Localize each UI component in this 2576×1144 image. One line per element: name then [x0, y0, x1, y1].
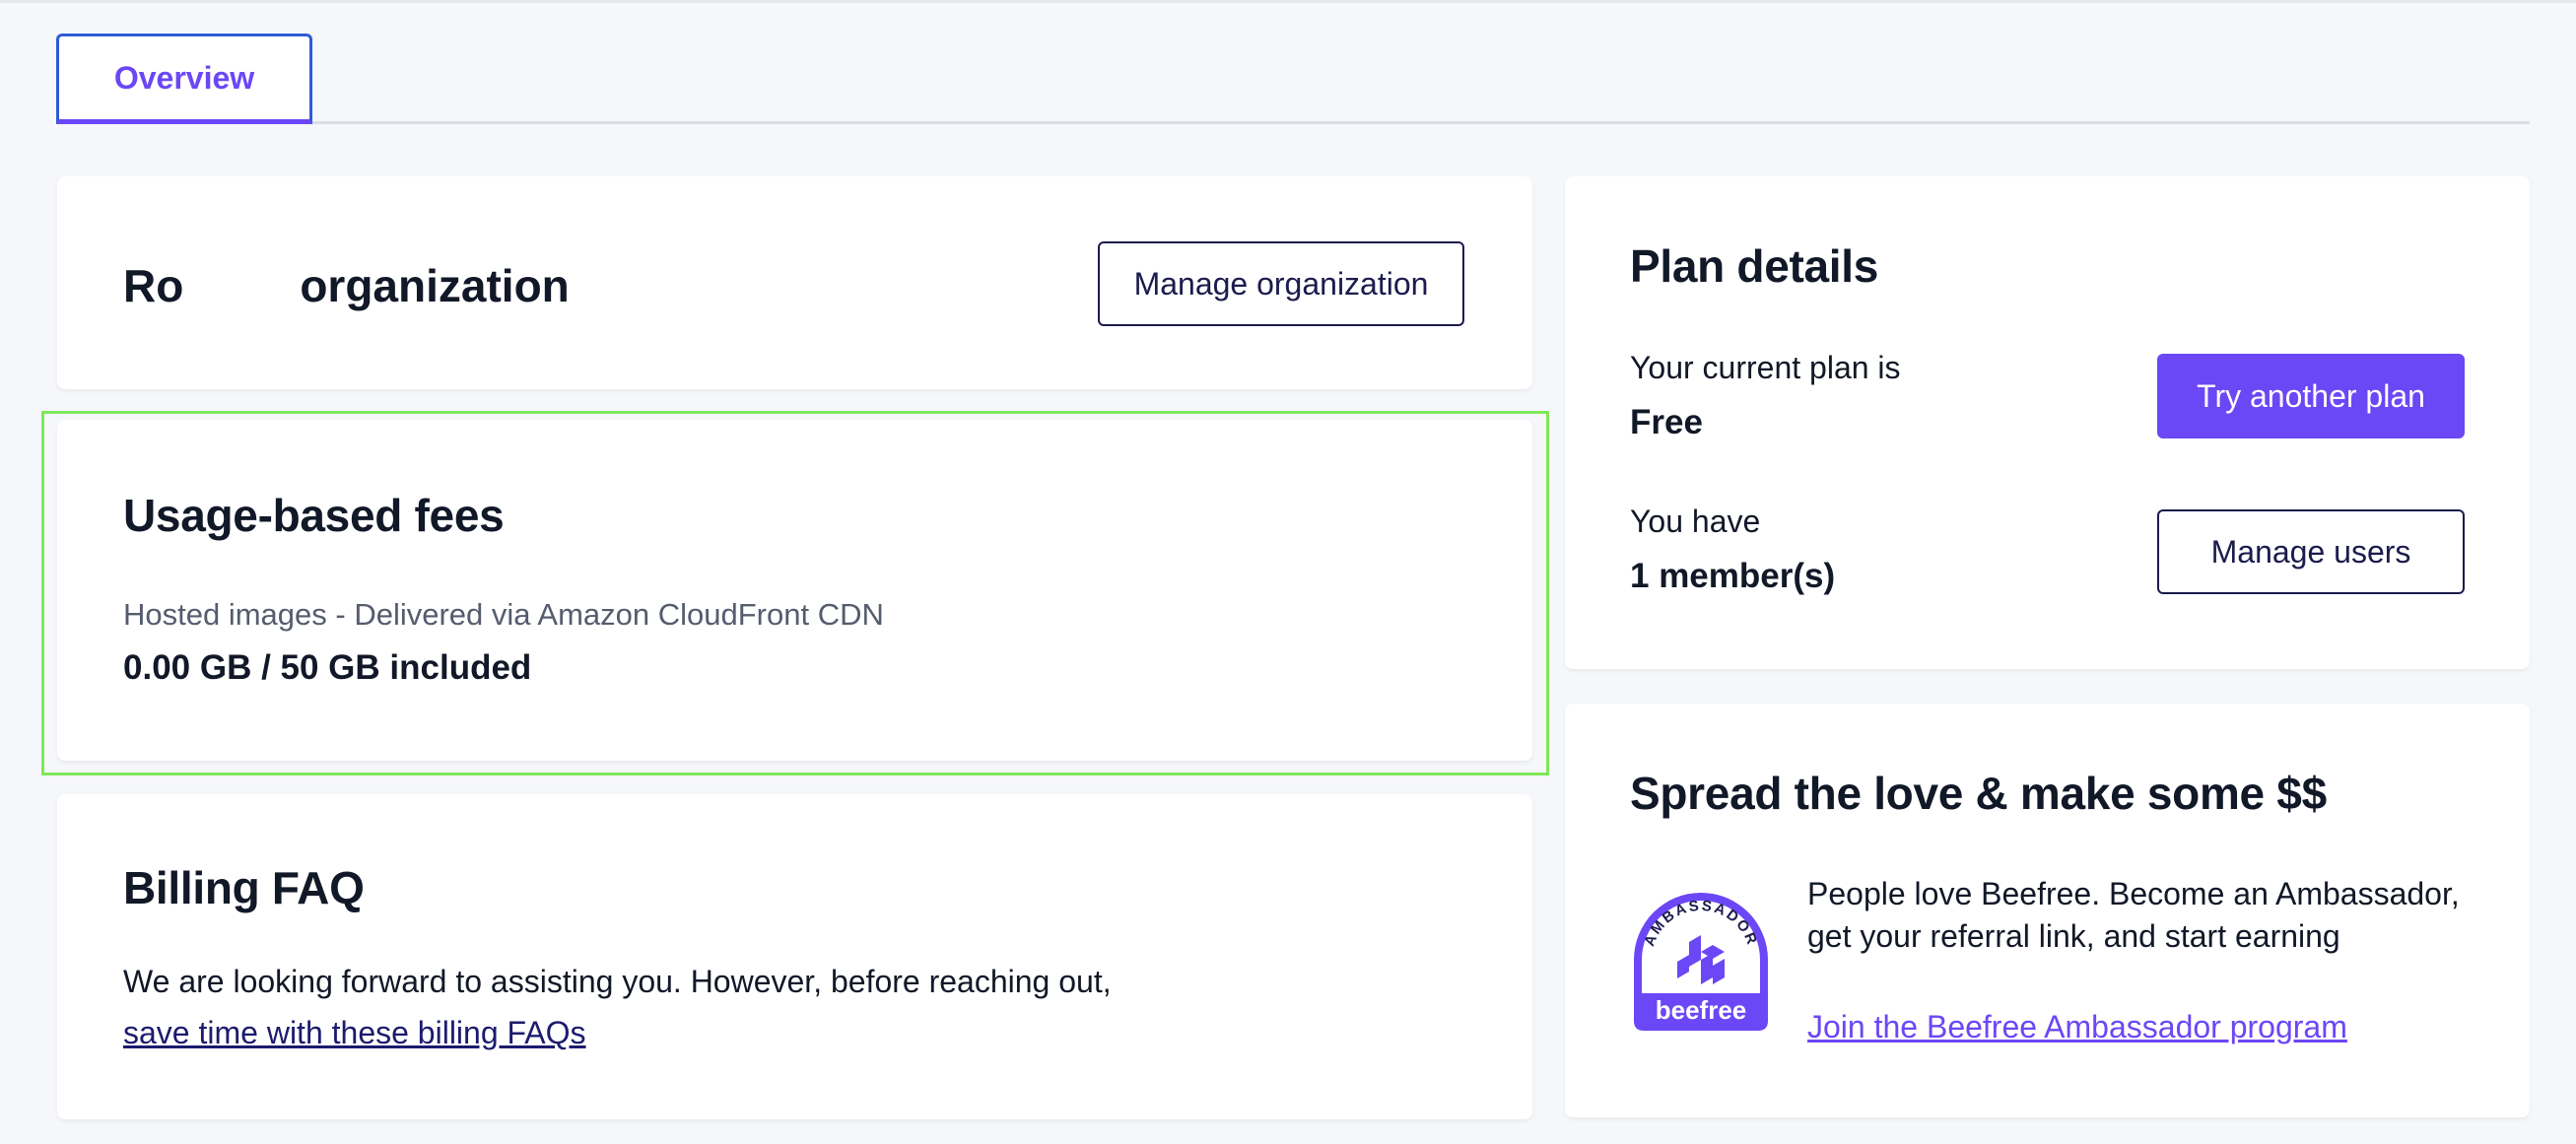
- usage-description: Hosted images - Delivered via Amazon Clo…: [123, 597, 884, 632]
- manage-users-button[interactable]: Manage users: [2157, 509, 2465, 594]
- plan-details-card: Plan details Your current plan is Free T…: [1565, 176, 2530, 669]
- billing-faq-title: Billing FAQ: [123, 862, 365, 913]
- usage-based-fees-card: Usage-based fees Hosted images - Deliver…: [57, 420, 1532, 761]
- ambassador-badge-icon: AMBASSADOR beefree: [1634, 893, 1768, 1031]
- try-another-plan-button[interactable]: Try another plan: [2157, 354, 2465, 438]
- members-label: You have: [1630, 504, 1761, 539]
- billing-faq-card: Billing FAQ We are looking forward to as…: [57, 794, 1532, 1119]
- ambassador-card: Spread the love & make some $$ AMBASSADO…: [1565, 704, 2530, 1117]
- organization-title: Ro organization: [123, 259, 570, 312]
- members-value: 1 member(s): [1630, 557, 1836, 595]
- current-plan-value: Free: [1630, 403, 1703, 441]
- ambassador-program-link[interactable]: Join the Beefree Ambassador program: [1807, 1009, 2347, 1045]
- tab-overview[interactable]: Overview: [56, 34, 312, 124]
- usage-value: 0.00 GB / 50 GB included: [123, 648, 532, 687]
- billing-faq-text: We are looking forward to assisting you.…: [123, 964, 1112, 999]
- organization-name-end: organization: [300, 260, 570, 311]
- tab-bar: Overview: [56, 34, 2530, 124]
- ambassador-title: Spread the love & make some $$: [1630, 768, 2327, 819]
- badge-brand-text: beefree: [1656, 995, 1747, 1025]
- organization-card: Ro organization Manage organization: [57, 176, 1532, 389]
- organization-name-start: Ro: [123, 260, 184, 311]
- top-divider: [0, 0, 2576, 3]
- usage-title: Usage-based fees: [123, 490, 505, 541]
- current-plan-label: Your current plan is: [1630, 350, 1901, 385]
- billing-faq-link[interactable]: save time with these billing FAQs: [123, 1015, 586, 1051]
- manage-organization-button[interactable]: Manage organization: [1098, 241, 1464, 326]
- ambassador-text: People love Beefree. Become an Ambassado…: [1807, 876, 2460, 954]
- plan-details-title: Plan details: [1630, 240, 1879, 292]
